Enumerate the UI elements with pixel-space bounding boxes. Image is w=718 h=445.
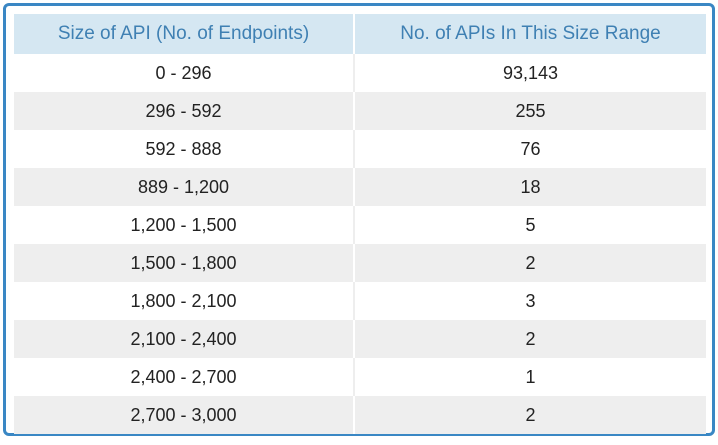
api-count-cell: 2	[353, 244, 706, 282]
size-range-cell: 2,100 - 2,400	[14, 320, 354, 358]
table-row: 296 - 592 255	[14, 92, 706, 130]
table-row: 1,800 - 2,100 3	[14, 282, 706, 320]
table-header: Size of API (No. of Endpoints) No. of AP…	[14, 14, 706, 54]
api-count-cell: 76	[353, 130, 706, 168]
table-row: 592 - 888 76	[14, 130, 706, 168]
size-range-cell: 1,200 - 1,500	[14, 206, 354, 244]
table-body: 0 - 296 93,143 296 - 592 255 592 - 888 7…	[14, 54, 706, 434]
size-range-cell: 0 - 296	[14, 54, 354, 92]
api-count-cell: 3	[353, 282, 706, 320]
header-row: Size of API (No. of Endpoints) No. of AP…	[14, 14, 706, 54]
size-range-cell: 889 - 1,200	[14, 168, 354, 206]
table-frame: Size of API (No. of Endpoints) No. of AP…	[3, 3, 715, 436]
size-range-cell: 592 - 888	[14, 130, 354, 168]
api-count-cell: 18	[353, 168, 706, 206]
table-row: 2,400 - 2,700 1	[14, 358, 706, 396]
size-range-cell: 2,400 - 2,700	[14, 358, 354, 396]
api-count-cell: 5	[353, 206, 706, 244]
api-count-cell: 93,143	[353, 54, 706, 92]
size-range-cell: 1,800 - 2,100	[14, 282, 354, 320]
table-row: 2,100 - 2,400 2	[14, 320, 706, 358]
table-row: 1,200 - 1,500 5	[14, 206, 706, 244]
header-no-of-apis: No. of APIs In This Size Range	[353, 14, 706, 54]
api-count-cell: 1	[353, 358, 706, 396]
api-size-table: Size of API (No. of Endpoints) No. of AP…	[14, 14, 706, 434]
table-row: 889 - 1,200 18	[14, 168, 706, 206]
size-range-cell: 296 - 592	[14, 92, 354, 130]
table-row: 1,500 - 1,800 2	[14, 244, 706, 282]
api-count-cell: 2	[353, 320, 706, 358]
size-range-cell: 1,500 - 1,800	[14, 244, 354, 282]
table-row: 2,700 - 3,000 2	[14, 396, 706, 434]
api-count-cell: 2	[353, 396, 706, 434]
header-size-of-api: Size of API (No. of Endpoints)	[14, 14, 354, 54]
table-row: 0 - 296 93,143	[14, 54, 706, 92]
api-count-cell: 255	[353, 92, 706, 130]
size-range-cell: 2,700 - 3,000	[14, 396, 354, 434]
